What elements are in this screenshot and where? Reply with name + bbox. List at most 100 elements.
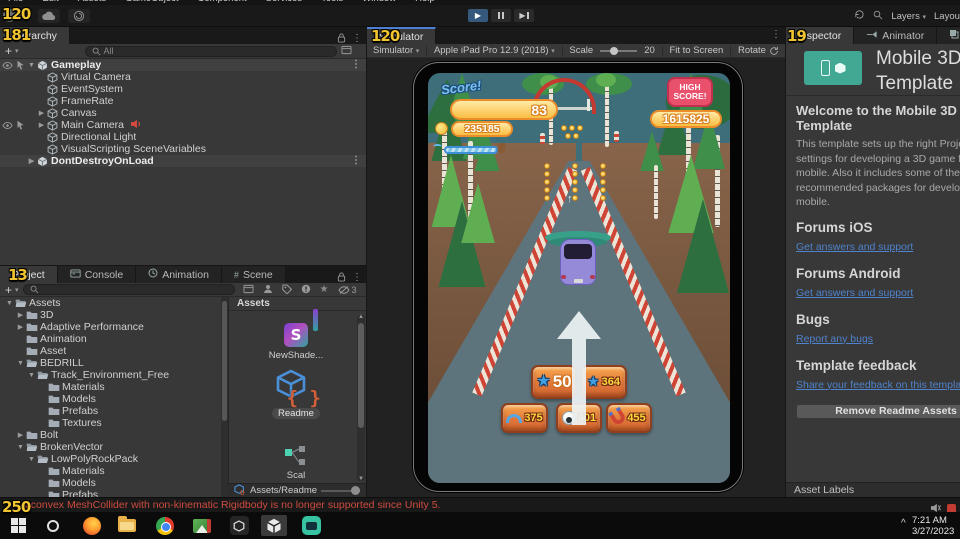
hierarchy-item-virtual-camera[interactable]: Virtual Camera xyxy=(0,71,366,83)
hierarchy-search-input[interactable]: All xyxy=(84,45,337,57)
step-button[interactable]: ▶ xyxy=(514,9,534,22)
menu-tools[interactable]: Tools xyxy=(321,0,343,4)
project-folder-lowpolyrockpack[interactable]: ▼ LowPolyRockPack xyxy=(0,453,221,465)
status-bar[interactable]: Non-convex MeshCollider with non-kinemat… xyxy=(0,497,960,514)
expand-arrow[interactable]: ▶ xyxy=(36,121,47,129)
plastic-scm-icon[interactable] xyxy=(68,9,90,23)
project-folder-bedrill[interactable]: ▼ BEDRILL xyxy=(0,357,221,369)
section-link[interactable]: Get answers and support xyxy=(796,287,913,299)
expand-arrow[interactable]: ▶ xyxy=(15,311,26,319)
hierarchy-item-visualscripting-scenevariables[interactable]: VisualScripting SceneVariables xyxy=(0,143,366,155)
create-button[interactable]: + xyxy=(0,45,15,57)
taskbar-unity-editor-icon[interactable] xyxy=(261,515,287,536)
section-link[interactable]: Share your feedback on this template xyxy=(796,379,960,391)
project-folder-prefabs[interactable]: Prefabs xyxy=(0,489,221,497)
project-folder-textures[interactable]: Textures xyxy=(0,417,221,429)
taskbar-clock[interactable]: 7:21 AM 3/27/2023 xyxy=(912,515,960,537)
project-tree-scrollbar[interactable] xyxy=(221,297,228,497)
panel-menu-icon[interactable]: ⋮ xyxy=(352,34,362,44)
pause-button[interactable] xyxy=(491,9,511,22)
play-button[interactable]: ▶ xyxy=(468,9,488,22)
expand-arrow[interactable]: ▼ xyxy=(15,360,26,367)
project-folder-3d[interactable]: ▶ 3D xyxy=(0,309,221,321)
visibility-toggles[interactable] xyxy=(0,120,26,130)
project-folder-bolt[interactable]: ▶ Bolt xyxy=(0,429,221,441)
section-link[interactable]: Get answers and support xyxy=(796,241,913,253)
taskbar-chrome-icon[interactable] xyxy=(152,515,178,536)
menu-help[interactable]: Help xyxy=(415,0,435,4)
menu-window[interactable]: Window xyxy=(362,0,396,4)
asset-scal[interactable]: Scal xyxy=(251,445,341,481)
taskbar-explorer-icon[interactable] xyxy=(114,515,140,536)
search-by-label-icon[interactable] xyxy=(281,281,292,299)
layers-dropdown[interactable]: Layers ▾ xyxy=(891,11,926,22)
scene-picker-icon[interactable] xyxy=(341,42,352,60)
expand-arrow[interactable]: ▶ xyxy=(36,109,47,117)
hierarchy-item-canvas[interactable]: ▶ Canvas xyxy=(0,107,366,119)
expand-arrow[interactable]: ▼ xyxy=(15,444,26,451)
rotate-button[interactable]: Rotate xyxy=(738,45,779,56)
remove-readme-assets-button[interactable]: Remove Readme Assets xyxy=(796,403,960,419)
taskbar-search-icon[interactable] xyxy=(40,515,66,536)
expand-arrow[interactable]: ▼ xyxy=(26,456,37,463)
project-folder-materials[interactable]: Materials xyxy=(0,381,221,393)
menu-gameobject[interactable]: GameObject xyxy=(125,0,178,4)
project-folder-animation[interactable]: Animation xyxy=(0,333,221,345)
item-options-icon[interactable]: ⋮ xyxy=(351,156,361,166)
panel-menu-icon[interactable]: ⋮ xyxy=(771,30,781,40)
hierarchy-item-main-camera[interactable]: ▶ Main Camera xyxy=(0,119,366,131)
expand-arrow[interactable]: ▶ xyxy=(26,157,37,165)
tab-animator[interactable]: Animator xyxy=(854,27,938,44)
item-options-icon[interactable]: ⋮ xyxy=(351,60,361,70)
tab-animation[interactable]: Animation xyxy=(136,266,222,283)
asset-grid-scrollbar[interactable]: ▲ ▼ xyxy=(357,314,365,482)
expand-arrow[interactable]: ▼ xyxy=(26,372,37,379)
hierarchy-item-gameplay[interactable]: ▼ Gameplay ⋮ xyxy=(0,59,366,71)
game-button-magnet-455[interactable]: 455 xyxy=(606,403,652,433)
undo-history-icon[interactable] xyxy=(854,9,865,23)
game-screen[interactable]: ↑ ★ 50 ★ 364 375 401 455 Score! 83 235185 xyxy=(428,73,730,483)
expand-arrow[interactable]: ▼ xyxy=(26,62,37,69)
simulator-mode-dropdown[interactable]: Simulator ▾ xyxy=(373,45,419,56)
expand-arrow[interactable]: ▼ xyxy=(4,300,15,307)
tab-occlusion[interactable]: Occlusion xyxy=(937,27,960,44)
hierarchy-item-framerate[interactable]: FrameRate xyxy=(0,95,366,107)
menu-file[interactable]: File xyxy=(8,0,23,4)
project-folder-track-environment-free[interactable]: ▼ Track_Environment_Free xyxy=(0,369,221,381)
search-window-icon[interactable] xyxy=(243,281,254,299)
taskbar-firefox-icon[interactable] xyxy=(79,515,105,536)
project-folder-materials[interactable]: Materials xyxy=(0,465,221,477)
tray-expand-icon[interactable]: ^ xyxy=(901,518,906,529)
project-folder-adaptive-performance[interactable]: ▶ Adaptive Performance xyxy=(0,321,221,333)
hidden-packages-icon[interactable]: 3 xyxy=(337,285,357,295)
game-button-star-50[interactable]: ★ 50 xyxy=(531,365,577,399)
expand-arrow[interactable]: ▶ xyxy=(15,323,26,331)
layout-dropdown[interactable]: Layout xyxy=(934,11,960,22)
favorites-star-icon[interactable]: ★ xyxy=(320,284,329,295)
menu-services[interactable]: Services xyxy=(266,0,302,4)
create-button[interactable]: + xyxy=(0,284,15,296)
visibility-toggles[interactable] xyxy=(0,60,26,70)
taskbar-emulator-icon[interactable] xyxy=(298,515,324,536)
project-folder-models[interactable]: Models xyxy=(0,393,221,405)
asset-labels-section[interactable]: Asset Labels xyxy=(786,482,960,497)
project-folder-asset[interactable]: Asset xyxy=(0,345,221,357)
project-folder-assets[interactable]: ▼ Assets xyxy=(0,297,221,309)
menu-edit[interactable]: Edit xyxy=(42,0,58,4)
project-search-input[interactable] xyxy=(22,284,235,295)
search-icon[interactable] xyxy=(873,10,883,23)
cloud-icon[interactable] xyxy=(38,9,60,23)
thumbnail-size-slider[interactable] xyxy=(321,485,361,495)
import-log-icon[interactable] xyxy=(301,281,311,299)
hierarchy-item-eventsystem[interactable]: EventSystem xyxy=(0,83,366,95)
project-folder-models[interactable]: Models xyxy=(0,477,221,489)
device-dropdown[interactable]: Apple iPad Pro 12.9 (2018) ▾ xyxy=(434,45,555,56)
tab-console[interactable]: Console xyxy=(57,266,137,283)
console-error-message[interactable]: Non-convex MeshCollider with non-kinemat… xyxy=(8,499,440,511)
hierarchy-item-directional-light[interactable]: Directional Light xyxy=(0,131,366,143)
menu-component[interactable]: Component xyxy=(198,0,247,4)
hierarchy-item-dontdestroyonload[interactable]: ▶ DontDestroyOnLoad ⋮ xyxy=(0,155,366,167)
project-folder-prefabs[interactable]: Prefabs xyxy=(0,405,221,417)
game-button-star-364[interactable]: ★ 364 xyxy=(580,365,627,399)
search-by-type-icon[interactable] xyxy=(263,281,273,299)
